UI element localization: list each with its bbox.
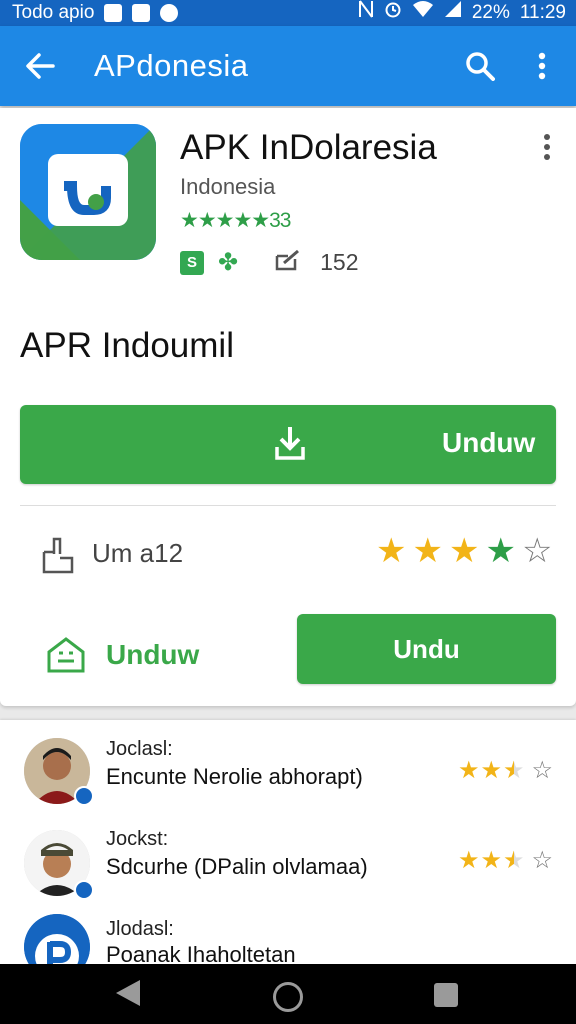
download-button-label: Unduw <box>442 427 536 458</box>
review-count: 152 <box>320 249 359 275</box>
download-icon <box>275 427 305 460</box>
star-icon: ★ <box>503 757 525 784</box>
secondary-download-button[interactable]: Undu <box>297 614 556 684</box>
nav-recents-icon[interactable] <box>434 983 458 1007</box>
star-icon: ★ <box>480 757 503 784</box>
review-list: Joclаsl: Encunte Nerolie abhorapt) ★ ★ ★ ☆ … <box>0 720 576 980</box>
star-empty-icon: ☆ <box>531 847 554 874</box>
secondary-download-link[interactable]: Unduw <box>106 639 199 671</box>
status-time: 11:29 <box>519 2 566 23</box>
more-vertical-icon <box>544 134 550 160</box>
star-icon: ★ <box>480 847 503 874</box>
divider <box>20 505 556 506</box>
more-vertical-icon <box>538 52 546 80</box>
app-logo-icon[interactable] <box>20 124 156 260</box>
rating-stars[interactable]: ★ ★ ★ ★ ☆ <box>376 532 552 570</box>
verified-badge-icon <box>74 880 94 900</box>
list-item[interactable]: Jockst: Sdcurhe (DPalin olvlamaa) ★ ★ ★ ☆ <box>0 824 576 914</box>
status-bar-right: 22% 11:29 <box>358 0 566 26</box>
signal-icon <box>444 0 462 26</box>
nav-home-icon[interactable] <box>273 982 303 1012</box>
back-button[interactable] <box>20 46 60 86</box>
app-badges: S ✤ 152 <box>180 248 358 277</box>
share-row-label: Um a12 <box>92 538 184 568</box>
navigation-bar <box>0 964 576 1024</box>
download-button[interactable]: Unduw <box>20 405 556 484</box>
puzzle-icon: ✤ <box>218 248 239 276</box>
star-icon: ★ <box>503 847 525 874</box>
install-icon[interactable] <box>46 636 86 674</box>
status-bar: Todo apio 22% 11:29 <box>0 0 576 26</box>
status-carrier-text: Todo apio <box>12 2 95 23</box>
search-button[interactable] <box>460 46 500 86</box>
verified-badge-icon <box>74 786 94 806</box>
search-icon <box>466 52 495 81</box>
app-subtitle: APR Indoumil <box>20 326 234 365</box>
share-icon[interactable] <box>40 536 76 574</box>
app-bar-title: APdonesia <box>94 48 249 83</box>
app-notification-icon <box>160 4 179 22</box>
wifi-icon <box>412 0 434 26</box>
review-stars: ★ ★ ★ ☆ <box>458 756 553 785</box>
list-item[interactable]: Joclаsl: Encunte Nerolie abhorapt) ★ ★ ★ ☆ <box>0 734 576 824</box>
overflow-menu-button[interactable] <box>522 46 562 86</box>
review-label: Jlodasl: <box>106 918 174 940</box>
star-icon[interactable]: ★ <box>485 532 515 570</box>
review-text: Sdcurhe (DPalin olvlamaa) <box>106 854 368 879</box>
star-icon[interactable]: ★ <box>412 532 442 570</box>
star-icon[interactable]: ☆ <box>522 532 552 570</box>
card-overflow-button[interactable] <box>532 132 562 162</box>
alarm-icon <box>384 0 402 26</box>
app-bar: APdonesia <box>0 26 576 106</box>
review-text: Encunte Nerolie abhorapt) <box>106 764 363 789</box>
gallery-notification-icon <box>104 4 123 22</box>
review-label: Jockst: <box>106 828 169 850</box>
mail-notification-icon <box>132 4 151 22</box>
app-name: APK InDolaresia <box>180 128 437 167</box>
nav-back-icon[interactable] <box>116 980 140 1006</box>
developer-name[interactable]: Indonesia <box>180 174 275 200</box>
app-details-card: APK InDolaresia Indonesia ★★★★★33 S ✤ 15… <box>0 108 576 706</box>
app-rating: ★★★★★33 <box>180 209 291 232</box>
nfc-icon <box>358 0 374 26</box>
arrow-left-icon <box>26 53 55 79</box>
review-label: Joclаsl: <box>106 738 173 760</box>
review-stars: ★ ★ ★ ☆ <box>458 846 553 875</box>
star-empty-icon: ☆ <box>531 757 554 784</box>
battery-text: 22% <box>471 2 510 23</box>
star-icon: ★ <box>458 847 480 874</box>
review-icon <box>274 248 302 277</box>
star-icon: ★ <box>458 757 480 784</box>
star-icon[interactable]: ★ <box>449 532 479 570</box>
star-icon[interactable]: ★ <box>376 532 406 570</box>
status-bar-left: Todo apio <box>12 0 179 26</box>
editors-choice-icon: S <box>180 250 204 275</box>
